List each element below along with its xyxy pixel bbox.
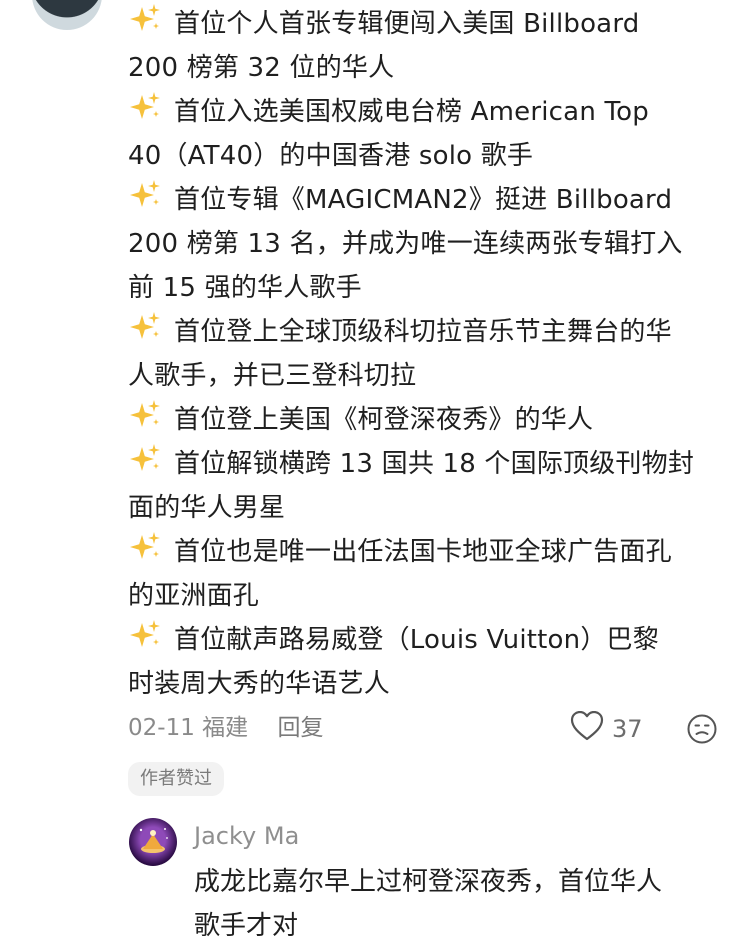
sparkles-icon xyxy=(128,90,162,124)
comment-line: 首位登上全球顶级科切拉音乐节主舞台的华 xyxy=(128,310,672,354)
comment-line-text: 面的华人男星 xyxy=(128,493,286,523)
sparkles-icon xyxy=(128,310,162,344)
comment-location: 福建 xyxy=(202,715,249,741)
comment-line: 面的华人男星 xyxy=(128,486,285,530)
comment-line-text: 首位献声路易威登（Louis Vuitton）巴黎 xyxy=(174,625,659,655)
comment-line: 200 榜第 32 位的华人 xyxy=(128,46,394,90)
comment-line-text: 首位个人首张专辑便闯入美国 Billboard xyxy=(174,9,640,39)
sparkles-icon xyxy=(128,618,162,652)
comment-line: 首位解锁横跨 13 国共 18 个国际顶级刊物封 xyxy=(128,442,694,486)
comment-line-text: 时装周大秀的华语艺人 xyxy=(128,669,391,699)
comment-line-text: 首位登上全球顶级科切拉音乐节主舞台的华 xyxy=(174,317,672,347)
comment-line: 首位登上美国《柯登深夜秀》的华人 xyxy=(128,398,593,442)
comment-line-text: 首位专辑《MAGICMAN2》挺进 Billboard xyxy=(174,185,673,215)
emoji-face-icon[interactable] xyxy=(686,713,718,745)
reply-username[interactable]: Jacky Ma xyxy=(194,818,299,854)
comment-line-text: 200 榜第 32 位的华人 xyxy=(128,53,395,83)
like-count: 37 xyxy=(612,715,643,743)
comment-line-text: 人歌手，并已三登科切拉 xyxy=(128,361,417,391)
comment-line-text: 40（AT40）的中国香港 solo 歌手 xyxy=(128,141,534,171)
comment-line-text: 200 榜第 13 名，并成为唯一连续两张专辑打入 xyxy=(128,229,683,259)
reply-text-line: 歌手才对 xyxy=(194,911,299,941)
comment-line: 首位个人首张专辑便闯入美国 Billboard xyxy=(128,2,639,46)
comment-meta: 02-11 福建 回复 xyxy=(128,708,323,748)
sparkles-icon xyxy=(128,2,162,36)
comment-line: 首位也是唯一出任法国卡地亚全球广告面孔 xyxy=(128,530,672,574)
heart-outline-icon xyxy=(570,710,604,747)
comment-line-text: 首位也是唯一出任法国卡地亚全球广告面孔 xyxy=(174,537,672,567)
comment-line-text: 首位入选美国权威电台榜 American Top xyxy=(174,97,649,127)
comment-line: 40（AT40）的中国香港 solo 歌手 xyxy=(128,134,533,178)
author-liked-badge: 作者赞过 xyxy=(128,762,224,796)
comment-line: 时装周大秀的华语艺人 xyxy=(128,662,390,706)
comment-line: 的亚洲面孔 xyxy=(128,574,259,618)
sparkles-icon xyxy=(128,530,162,564)
reply-button[interactable]: 回复 xyxy=(277,715,323,741)
comment-line: 前 15 强的华人歌手 xyxy=(128,266,362,310)
sparkles-icon xyxy=(128,178,162,212)
comment-line-text: 的亚洲面孔 xyxy=(128,581,260,611)
comment-line: 首位献声路易威登（Louis Vuitton）巴黎 xyxy=(128,618,659,662)
sparkles-icon xyxy=(128,398,162,432)
comment-line-text: 首位登上美国《柯登深夜秀》的华人 xyxy=(174,405,594,435)
commenter-avatar[interactable] xyxy=(32,0,102,30)
reply-text-line: 成龙比嘉尔早上过柯登深夜秀，首位华人 xyxy=(194,867,663,897)
comment-date: 02-11 xyxy=(128,715,195,741)
reply-avatar[interactable] xyxy=(129,818,177,866)
comment-line: 200 榜第 13 名，并成为唯一连续两张专辑打入 xyxy=(128,222,683,266)
comment-line: 首位入选美国权威电台榜 American Top xyxy=(128,90,649,134)
comment-line: 人歌手，并已三登科切拉 xyxy=(128,354,416,398)
like-button[interactable]: 37 xyxy=(570,709,643,749)
sparkles-icon xyxy=(128,442,162,476)
comment-line-text: 首位解锁横跨 13 国共 18 个国际顶级刊物封 xyxy=(174,449,695,479)
comment-line: 首位专辑《MAGICMAN2》挺进 Billboard xyxy=(128,178,672,222)
comment-line-text: 前 15 强的华人歌手 xyxy=(128,273,362,303)
